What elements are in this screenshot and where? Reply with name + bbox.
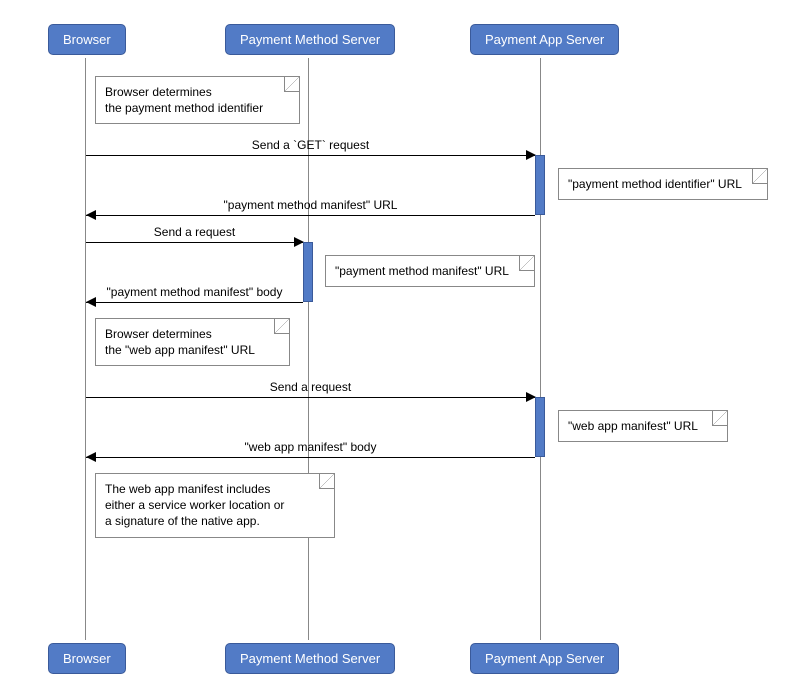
note-line: a signature of the native app.	[105, 514, 260, 528]
note-browser-determines-pmi: Browser determines the payment method id…	[95, 76, 300, 124]
participant-browser-top: Browser	[48, 24, 126, 55]
msg-pmm-body-label: "payment method manifest" body	[86, 285, 303, 299]
msg-pmm-url-line	[86, 215, 535, 216]
note-line: "web app manifest" URL	[568, 419, 698, 433]
note-fold-icon	[520, 256, 534, 270]
participant-pas-top: Payment App Server	[470, 24, 619, 55]
note-line: the payment method identifier	[105, 101, 263, 115]
label: Payment App Server	[485, 32, 604, 47]
lifeline-pas	[540, 58, 541, 640]
note-fold-icon	[275, 319, 289, 333]
note-pmm-url: "payment method manifest" URL	[325, 255, 535, 287]
activation-pas-1	[535, 155, 545, 215]
note-line: "payment method identifier" URL	[568, 177, 742, 191]
msg-send-req-pas-line	[86, 397, 535, 398]
arrow-icon	[86, 210, 96, 220]
note-line: Browser determines	[105, 85, 212, 99]
arrow-icon	[86, 452, 96, 462]
participant-pas-bottom: Payment App Server	[470, 643, 619, 674]
msg-wam-body-label: "web app manifest" body	[86, 440, 535, 454]
note-fold-icon	[713, 411, 727, 425]
note-wam-url: "web app manifest" URL	[558, 410, 728, 442]
note-wam-includes: The web app manifest includes either a s…	[95, 473, 335, 538]
note-line: the "web app manifest" URL	[105, 343, 255, 357]
participant-pms-top: Payment Method Server	[225, 24, 395, 55]
note-browser-determines-wam: Browser determines the "web app manifest…	[95, 318, 290, 366]
msg-wam-body-line	[86, 457, 535, 458]
msg-pmm-url-label: "payment method manifest" URL	[86, 198, 535, 212]
note-line: "payment method manifest" URL	[335, 264, 509, 278]
note-fold-icon	[320, 474, 334, 488]
label: Browser	[63, 651, 111, 666]
note-fold-icon	[285, 77, 299, 91]
activation-pms-1	[303, 242, 313, 302]
note-line: Browser determines	[105, 327, 212, 341]
msg-send-get-label: Send a `GET` request	[86, 138, 535, 152]
msg-send-req-pas-label: Send a request	[86, 380, 535, 394]
label: Payment Method Server	[240, 32, 380, 47]
msg-send-req-pms-label: Send a request	[86, 225, 303, 239]
sequence-diagram: Browser Payment Method Server Payment Ap…	[0, 0, 800, 698]
msg-send-req-pms-line	[86, 242, 303, 243]
note-pmi-url: "payment method identifier" URL	[558, 168, 768, 200]
participant-browser-bottom: Browser	[48, 643, 126, 674]
label: Browser	[63, 32, 111, 47]
label: Payment Method Server	[240, 651, 380, 666]
msg-send-get-line	[86, 155, 535, 156]
activation-pas-2	[535, 397, 545, 457]
participant-pms-bottom: Payment Method Server	[225, 643, 395, 674]
arrow-icon	[86, 297, 96, 307]
note-fold-icon	[753, 169, 767, 183]
note-line: either a service worker location or	[105, 498, 284, 512]
note-line: The web app manifest includes	[105, 482, 270, 496]
label: Payment App Server	[485, 651, 604, 666]
msg-pmm-body-line	[86, 302, 303, 303]
